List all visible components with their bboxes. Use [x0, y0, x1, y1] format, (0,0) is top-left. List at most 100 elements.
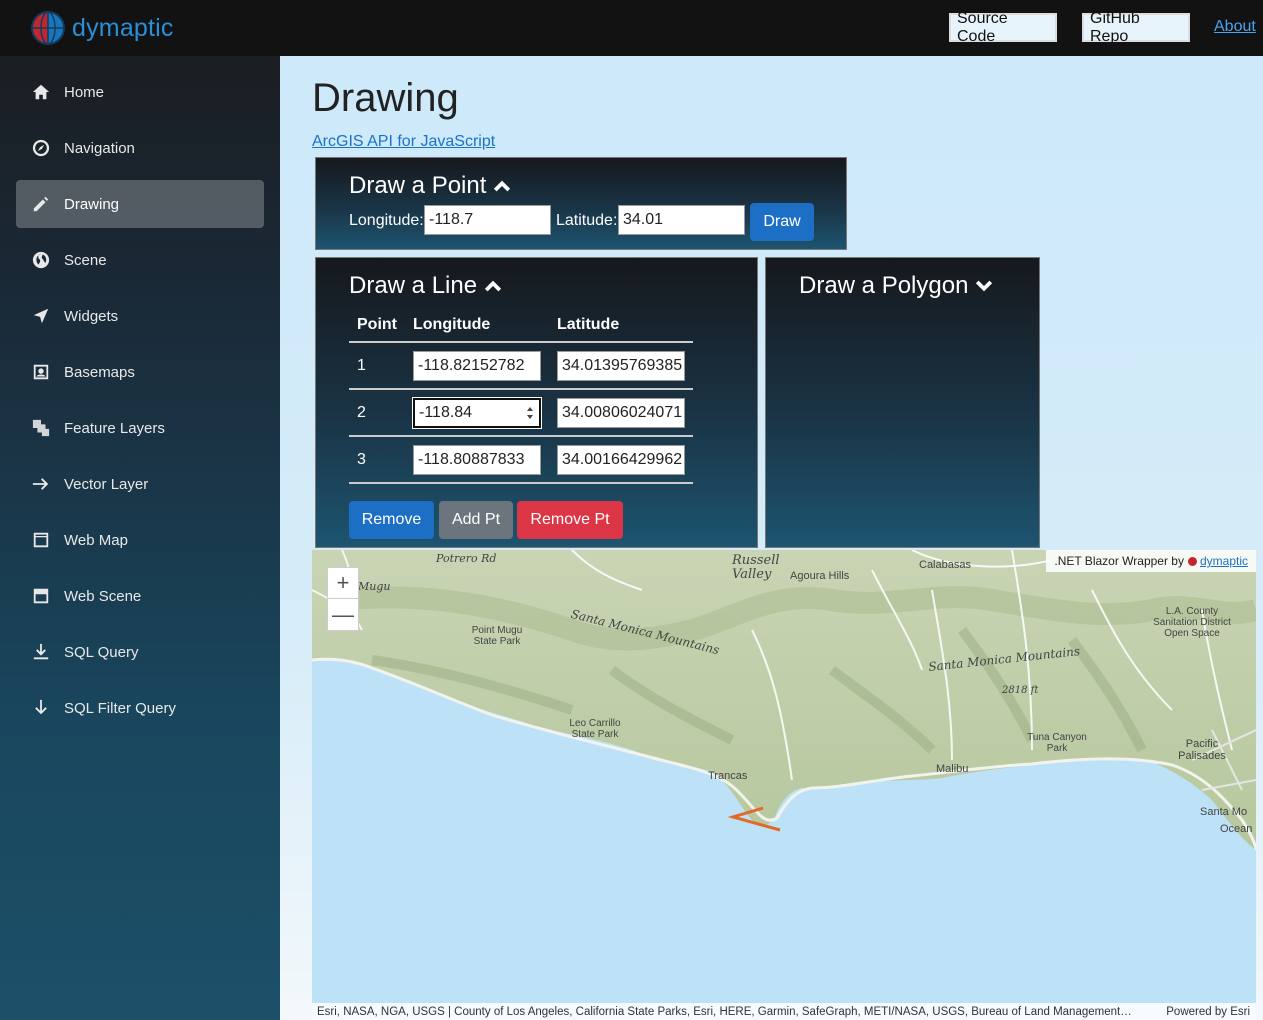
powered-by-esri[interactable]: Powered by Esri: [1166, 1006, 1250, 1018]
chevron-up-icon: [484, 280, 502, 292]
drawn-polyline: [727, 806, 781, 832]
point-longitude-input[interactable]: -118.7: [424, 205, 551, 235]
compass-icon: [31, 138, 51, 158]
map-label: Potrero Rd: [436, 552, 497, 565]
draw-point-button[interactable]: Draw: [750, 203, 814, 241]
map-label: Tuna Canyon Park: [1027, 732, 1087, 754]
table-row: 3 -118.80887833 34.00166429962: [349, 436, 693, 484]
sidebar-item-web-map[interactable]: Web Map: [16, 516, 264, 564]
sidebar-item-label: Vector Layer: [64, 475, 149, 493]
sidebar-item-label: Web Scene: [64, 587, 142, 605]
dymaptic-logo-icon: [31, 11, 65, 45]
map-image-icon: [31, 362, 51, 382]
line-latitude-input[interactable]: 34.00166429962: [557, 444, 685, 475]
top-bar: Source Code GitHub Repo About: [280, 0, 1263, 56]
sidebar-item-home[interactable]: Home: [16, 68, 264, 116]
table-row: 2 -118.84 34.00806024071: [349, 389, 693, 437]
panel-title: Draw a Point: [349, 172, 487, 199]
map-label: Leo Carrillo State Park: [569, 718, 621, 740]
sidebar-item-label: Basemaps: [64, 363, 135, 381]
layers-icon: [31, 418, 51, 438]
point-number: 2: [349, 389, 405, 437]
point-number: 3: [349, 436, 405, 484]
blazor-wrapper-badge: .NET Blazor Wrapper by dymaptic: [1046, 550, 1256, 572]
sidebar-item-widgets[interactable]: Widgets: [16, 292, 264, 340]
point-latitude-input[interactable]: 34.01: [618, 205, 745, 235]
remove-button[interactable]: Remove: [349, 501, 434, 539]
line-points-table: Point Longitude Latitude 1 -118.82152782…: [349, 308, 693, 484]
sidebar-item-basemaps[interactable]: Basemaps: [16, 348, 264, 396]
zoom-in-button[interactable]: +: [328, 568, 358, 599]
draw-line-toggle[interactable]: Draw a Line: [349, 272, 502, 300]
brand[interactable]: dymaptic: [0, 0, 280, 56]
column-header: Latitude: [549, 308, 693, 343]
sidebar-item-sql-query[interactable]: SQL Query: [16, 628, 264, 676]
window-icon: [31, 586, 51, 606]
draw-polygon-panel: Draw a Polygon: [765, 257, 1040, 548]
map-label: Russell Valley: [732, 553, 780, 582]
browser-window-icon: [31, 530, 51, 550]
map-label: Calabasas: [919, 559, 971, 571]
draw-point-toggle[interactable]: Draw a Point: [349, 172, 511, 200]
sidebar-item-label: Scene: [64, 251, 107, 269]
map-label: Santa Mo: [1200, 806, 1248, 818]
brand-name: dymaptic: [72, 13, 174, 42]
map-view[interactable]: Potrero Rd Mugu Russell Valley Agoura Hi…: [312, 550, 1256, 1020]
point-number: 1: [349, 342, 405, 390]
sidebar-item-label: Home: [64, 83, 105, 101]
column-header: Longitude: [405, 308, 549, 343]
zoom-out-button[interactable]: —: [328, 599, 358, 630]
attribution-text: Esri, NASA, NGA, USGS | County of Los An…: [317, 1005, 1132, 1018]
sidebar-item-web-scene[interactable]: Web Scene: [16, 572, 264, 620]
dymaptic-link[interactable]: dymaptic: [1200, 554, 1248, 568]
sidebar-item-drawing[interactable]: Drawing: [16, 180, 264, 228]
map-label: Ocean: [1220, 823, 1253, 835]
page-title: Drawing: [312, 76, 459, 120]
sidebar-item-feature-layers[interactable]: Feature Layers: [16, 404, 264, 452]
spinner-arrows-icon[interactable]: [525, 404, 535, 422]
map-attribution: Esri, NASA, NGA, USGS | County of Los An…: [312, 1003, 1256, 1020]
map-label: Point Mugu State Park: [471, 625, 523, 647]
arrow-down-icon: [31, 698, 51, 718]
line-latitude-input[interactable]: 34.00806024071: [557, 397, 685, 428]
panel-title: Draw a Line: [349, 272, 478, 299]
location-arrow-icon: [31, 306, 51, 326]
line-longitude-input[interactable]: -118.84: [412, 396, 542, 429]
map-label: L.A. County Sanitation District Open Spa…: [1153, 606, 1231, 639]
line-latitude-input[interactable]: 34.01395769385: [557, 350, 685, 381]
sidebar-item-navigation[interactable]: Navigation: [16, 124, 264, 172]
pencil-icon: [31, 194, 51, 214]
sidebar-item-vector-layer[interactable]: Vector Layer: [16, 460, 264, 508]
sidebar-item-label: Navigation: [64, 139, 135, 157]
add-pt-button[interactable]: Add Pt: [439, 501, 513, 539]
sidebar-item-sql-filter-query[interactable]: SQL Filter Query: [16, 684, 264, 732]
draw-polygon-toggle[interactable]: Draw a Polygon: [799, 272, 993, 300]
sidebar-item-label: SQL Query: [64, 643, 139, 661]
sidebar-item-label: SQL Filter Query: [64, 699, 176, 717]
arcgis-api-link[interactable]: ArcGIS API for JavaScript: [312, 133, 495, 151]
sidebar-item-scene[interactable]: Scene: [16, 236, 264, 284]
github-repo-button[interactable]: GitHub Repo: [1082, 10, 1190, 45]
map-label: Trancas: [708, 770, 748, 782]
arrow-right-icon: [31, 474, 51, 494]
map-label: Mugu: [358, 580, 391, 593]
sidebar: dymaptic Home Navigation Drawing Scene W…: [0, 0, 280, 1020]
map-label: 2818 ft: [1002, 685, 1039, 696]
dymaptic-small-logo-icon: [1187, 556, 1197, 566]
longitude-label: Longitude:: [349, 212, 424, 229]
line-longitude-input[interactable]: -118.80887833: [413, 444, 541, 475]
sidebar-item-label: Widgets: [64, 307, 119, 325]
source-code-button[interactable]: Source Code: [949, 10, 1057, 45]
about-link[interactable]: About: [1214, 18, 1256, 36]
column-header: Point: [349, 308, 405, 343]
draw-point-panel: Draw a Point Longitude: -118.7 Latitude:…: [315, 157, 847, 250]
download-icon: [31, 642, 51, 662]
line-graphic[interactable]: [727, 806, 781, 832]
draw-line-panel: Draw a Line Point Longitude Latitude 1 -…: [315, 257, 758, 548]
remove-pt-button[interactable]: Remove Pt: [517, 501, 623, 539]
map-label: Pacific Palisades: [1178, 738, 1226, 762]
map-label: Agoura Hills: [790, 570, 850, 582]
sidebar-nav: Home Navigation Drawing Scene Widgets Ba…: [0, 68, 280, 732]
zoom-control: + —: [327, 567, 359, 631]
line-longitude-input[interactable]: -118.82152782: [413, 350, 541, 381]
